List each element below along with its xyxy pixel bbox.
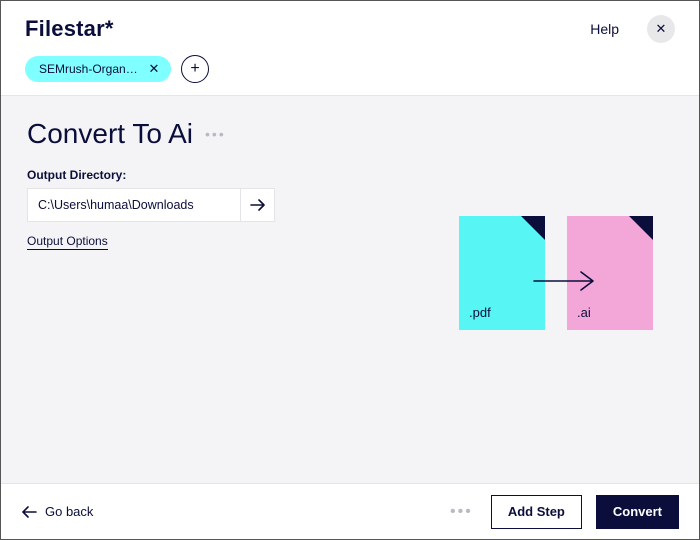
app-window: Filestar* Help ✕ SEMrush-Organic… ✕ + Co… [0, 0, 700, 540]
close-button[interactable]: ✕ [647, 15, 675, 43]
add-file-button[interactable]: + [181, 55, 209, 83]
title-more-icon[interactable]: ••• [205, 126, 226, 142]
footer-more-icon[interactable]: ••• [450, 503, 473, 521]
source-ext-label: .pdf [469, 305, 491, 320]
output-dir-value: C:\Users\humaa\Downloads [38, 198, 194, 212]
footer: Go back ••• Add Step Convert [1, 483, 699, 539]
convert-button[interactable]: Convert [596, 495, 679, 529]
output-options-link[interactable]: Output Options [27, 234, 108, 250]
remove-file-icon[interactable]: ✕ [147, 61, 161, 77]
app-logo: Filestar* [25, 16, 114, 42]
page-title: Convert To Ai [27, 118, 193, 150]
main-panel: Convert To Ai ••• Output Directory: C:\U… [1, 96, 699, 483]
header-top: Filestar* Help ✕ [25, 15, 675, 43]
header: Filestar* Help ✕ SEMrush-Organic… ✕ + [1, 1, 699, 96]
output-dir-open-button[interactable] [241, 188, 275, 222]
conversion-illustration: .pdf .ai [459, 216, 653, 330]
plus-icon: + [190, 61, 199, 77]
arrow-right-icon [250, 198, 266, 212]
file-chip[interactable]: SEMrush-Organic… ✕ [25, 56, 171, 82]
help-link[interactable]: Help [590, 21, 619, 37]
target-ext-label: .ai [577, 305, 591, 320]
output-dir-label: Output Directory: [27, 168, 673, 182]
arrow-left-icon [21, 506, 37, 518]
add-step-button[interactable]: Add Step [491, 495, 582, 529]
go-back-button[interactable]: Go back [21, 504, 93, 519]
file-chip-label: SEMrush-Organic… [39, 62, 139, 76]
arrow-right-large-icon [533, 270, 599, 292]
file-chip-row: SEMrush-Organic… ✕ + [25, 55, 675, 83]
page-title-row: Convert To Ai ••• [27, 118, 673, 150]
close-icon: ✕ [656, 21, 667, 37]
output-dir-input[interactable]: C:\Users\humaa\Downloads [27, 188, 241, 222]
go-back-label: Go back [45, 504, 93, 519]
